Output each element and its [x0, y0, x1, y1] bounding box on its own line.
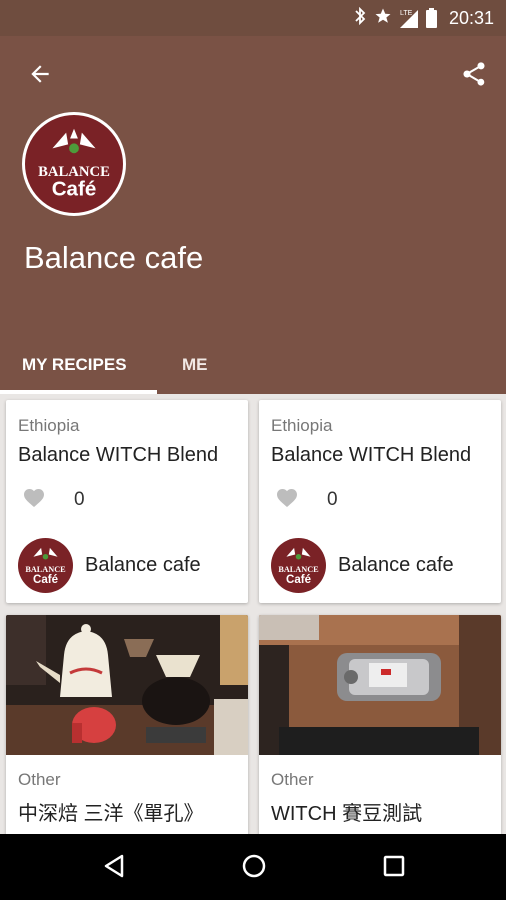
avatar: BALANCE Café [271, 538, 326, 593]
avatar-logo-top-text: BALANCE [278, 565, 319, 574]
recipe-origin: Ethiopia [18, 416, 80, 435]
status-bar: LTE 20:31 [0, 0, 506, 36]
avatar: BALANCE Café [18, 538, 73, 593]
tab-me[interactable]: ME [182, 336, 208, 394]
nav-recent-button[interactable] [377, 851, 411, 885]
recipe-origin: Other [18, 770, 61, 789]
recipe-card[interactable]: Other 中深焙 三洋《單孔》 [6, 615, 248, 834]
heart-icon[interactable] [275, 486, 299, 513]
like-count: 0 [74, 488, 85, 510]
like-row: 0 [275, 486, 338, 513]
arrow-back-icon [27, 61, 53, 92]
profile-header: BALANCE Café Balance cafe MY RECIPES ME [0, 36, 506, 394]
tab-my-recipes[interactable]: MY RECIPES [22, 336, 127, 394]
recipe-grid: Ethiopia Balance WITCH Blend 0 BALANCE C… [0, 394, 506, 834]
author-name: Balance cafe [85, 554, 201, 576]
recipe-card[interactable]: Ethiopia Balance WITCH Blend 0 BALANCE C… [259, 400, 501, 603]
like-row: 0 [22, 486, 85, 513]
recipe-origin: Ethiopia [271, 416, 333, 435]
author-name: Balance cafe [338, 554, 454, 576]
recipe-card[interactable]: Other WITCH 賽豆測試 [259, 615, 501, 834]
recipe-photo [6, 615, 248, 755]
share-icon [460, 60, 488, 93]
recipe-title: WITCH 賽豆測試 [271, 803, 423, 825]
recipe-origin: Other [271, 770, 314, 789]
status-icons: LTE 20:31 [354, 6, 494, 30]
share-button[interactable] [456, 58, 492, 94]
lte-label: LTE [399, 9, 413, 17]
recipe-title: 中深焙 三洋《單孔》 [18, 803, 204, 825]
recipe-author[interactable]: BALANCE Café Balance cafe [271, 538, 454, 593]
battery-icon [425, 7, 437, 28]
recipe-title: Balance WITCH Blend [271, 444, 472, 466]
signal-icon: LTE [399, 9, 418, 28]
nav-recent-icon [380, 852, 408, 885]
recipe-photo [259, 615, 501, 755]
recipe-author[interactable]: BALANCE Café Balance cafe [18, 538, 201, 593]
avatar-logo-top-text: BALANCE [25, 565, 66, 574]
back-button[interactable] [22, 58, 58, 94]
avatar-logo-bottom-text: Café [286, 574, 312, 586]
nav-home-icon [240, 852, 268, 885]
profile-logo: BALANCE Café [22, 112, 126, 216]
tab-bar: MY RECIPES ME [0, 336, 506, 394]
like-count: 0 [327, 488, 338, 510]
nav-back-button[interactable] [97, 851, 131, 885]
logo-bottom-text: Café [52, 177, 97, 200]
avatar-logo-bottom-text: Café [33, 574, 59, 586]
navigation-bar [0, 834, 506, 900]
heart-icon[interactable] [22, 486, 46, 513]
recipe-title: Balance WITCH Blend [18, 444, 219, 466]
star-icon [374, 7, 392, 30]
status-time: 20:31 [448, 8, 494, 28]
nav-back-icon [100, 852, 128, 885]
recipe-card[interactable]: Ethiopia Balance WITCH Blend 0 BALANCE C… [6, 400, 248, 603]
profile-name: Balance cafe [24, 240, 204, 275]
bluetooth-icon [354, 6, 366, 30]
nav-home-button[interactable] [237, 851, 271, 885]
